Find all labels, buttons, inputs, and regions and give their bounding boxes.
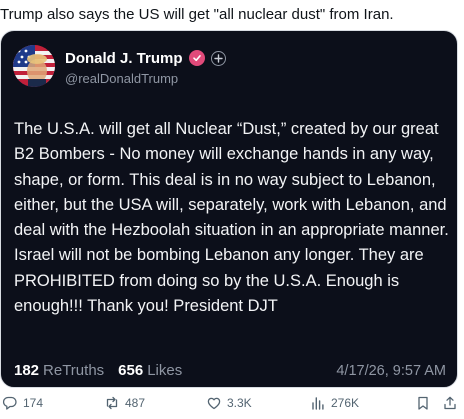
- tweet-text: Trump also says the US will get "all nuc…: [0, 6, 394, 23]
- retruths-label: ReTruths: [43, 362, 105, 379]
- author-row: Donald J. Trump: [65, 48, 226, 68]
- views-count: 276K: [331, 396, 360, 410]
- avatar[interactable]: [13, 45, 55, 87]
- post-timestamp: 4/17/26, 9:57 AM: [336, 362, 446, 379]
- retruths-count: 182: [14, 362, 40, 379]
- share-button[interactable]: [442, 395, 458, 411]
- reply-icon: [2, 395, 18, 411]
- author-name[interactable]: Donald J. Trump: [65, 50, 183, 67]
- views-button[interactable]: 276K: [310, 395, 359, 411]
- share-icon: [442, 395, 458, 411]
- reply-count: 174: [23, 396, 44, 410]
- like-button[interactable]: 3.3K: [206, 395, 252, 411]
- views-icon: [310, 395, 326, 411]
- repost-button[interactable]: 487: [104, 395, 145, 411]
- likes-label: Likes: [147, 362, 183, 379]
- post-stats: 182 ReTruths 656 Likes 4/17/26, 9:57 AM: [14, 362, 446, 379]
- bookmark-button[interactable]: [415, 395, 431, 411]
- likes-count: 656: [118, 362, 144, 379]
- author-handle[interactable]: @realDonaldTrump: [65, 71, 178, 86]
- like-count: 3.3K: [227, 396, 252, 410]
- post-body: The U.S.A. will get all Nuclear “Dust,” …: [14, 120, 449, 316]
- tweet-action-bar: 174 487 3.3K 276K: [0, 395, 464, 415]
- bookmark-icon: [415, 395, 431, 411]
- embedded-post-card[interactable]: Donald J. Trump @realDonaldTrump The U.S…: [0, 30, 458, 388]
- like-icon: [206, 395, 222, 411]
- plus-icon[interactable]: [210, 50, 226, 66]
- reply-button[interactable]: 174: [2, 395, 43, 411]
- repost-icon: [104, 395, 120, 411]
- repost-count: 487: [125, 396, 146, 410]
- verified-badge-icon: [188, 50, 205, 66]
